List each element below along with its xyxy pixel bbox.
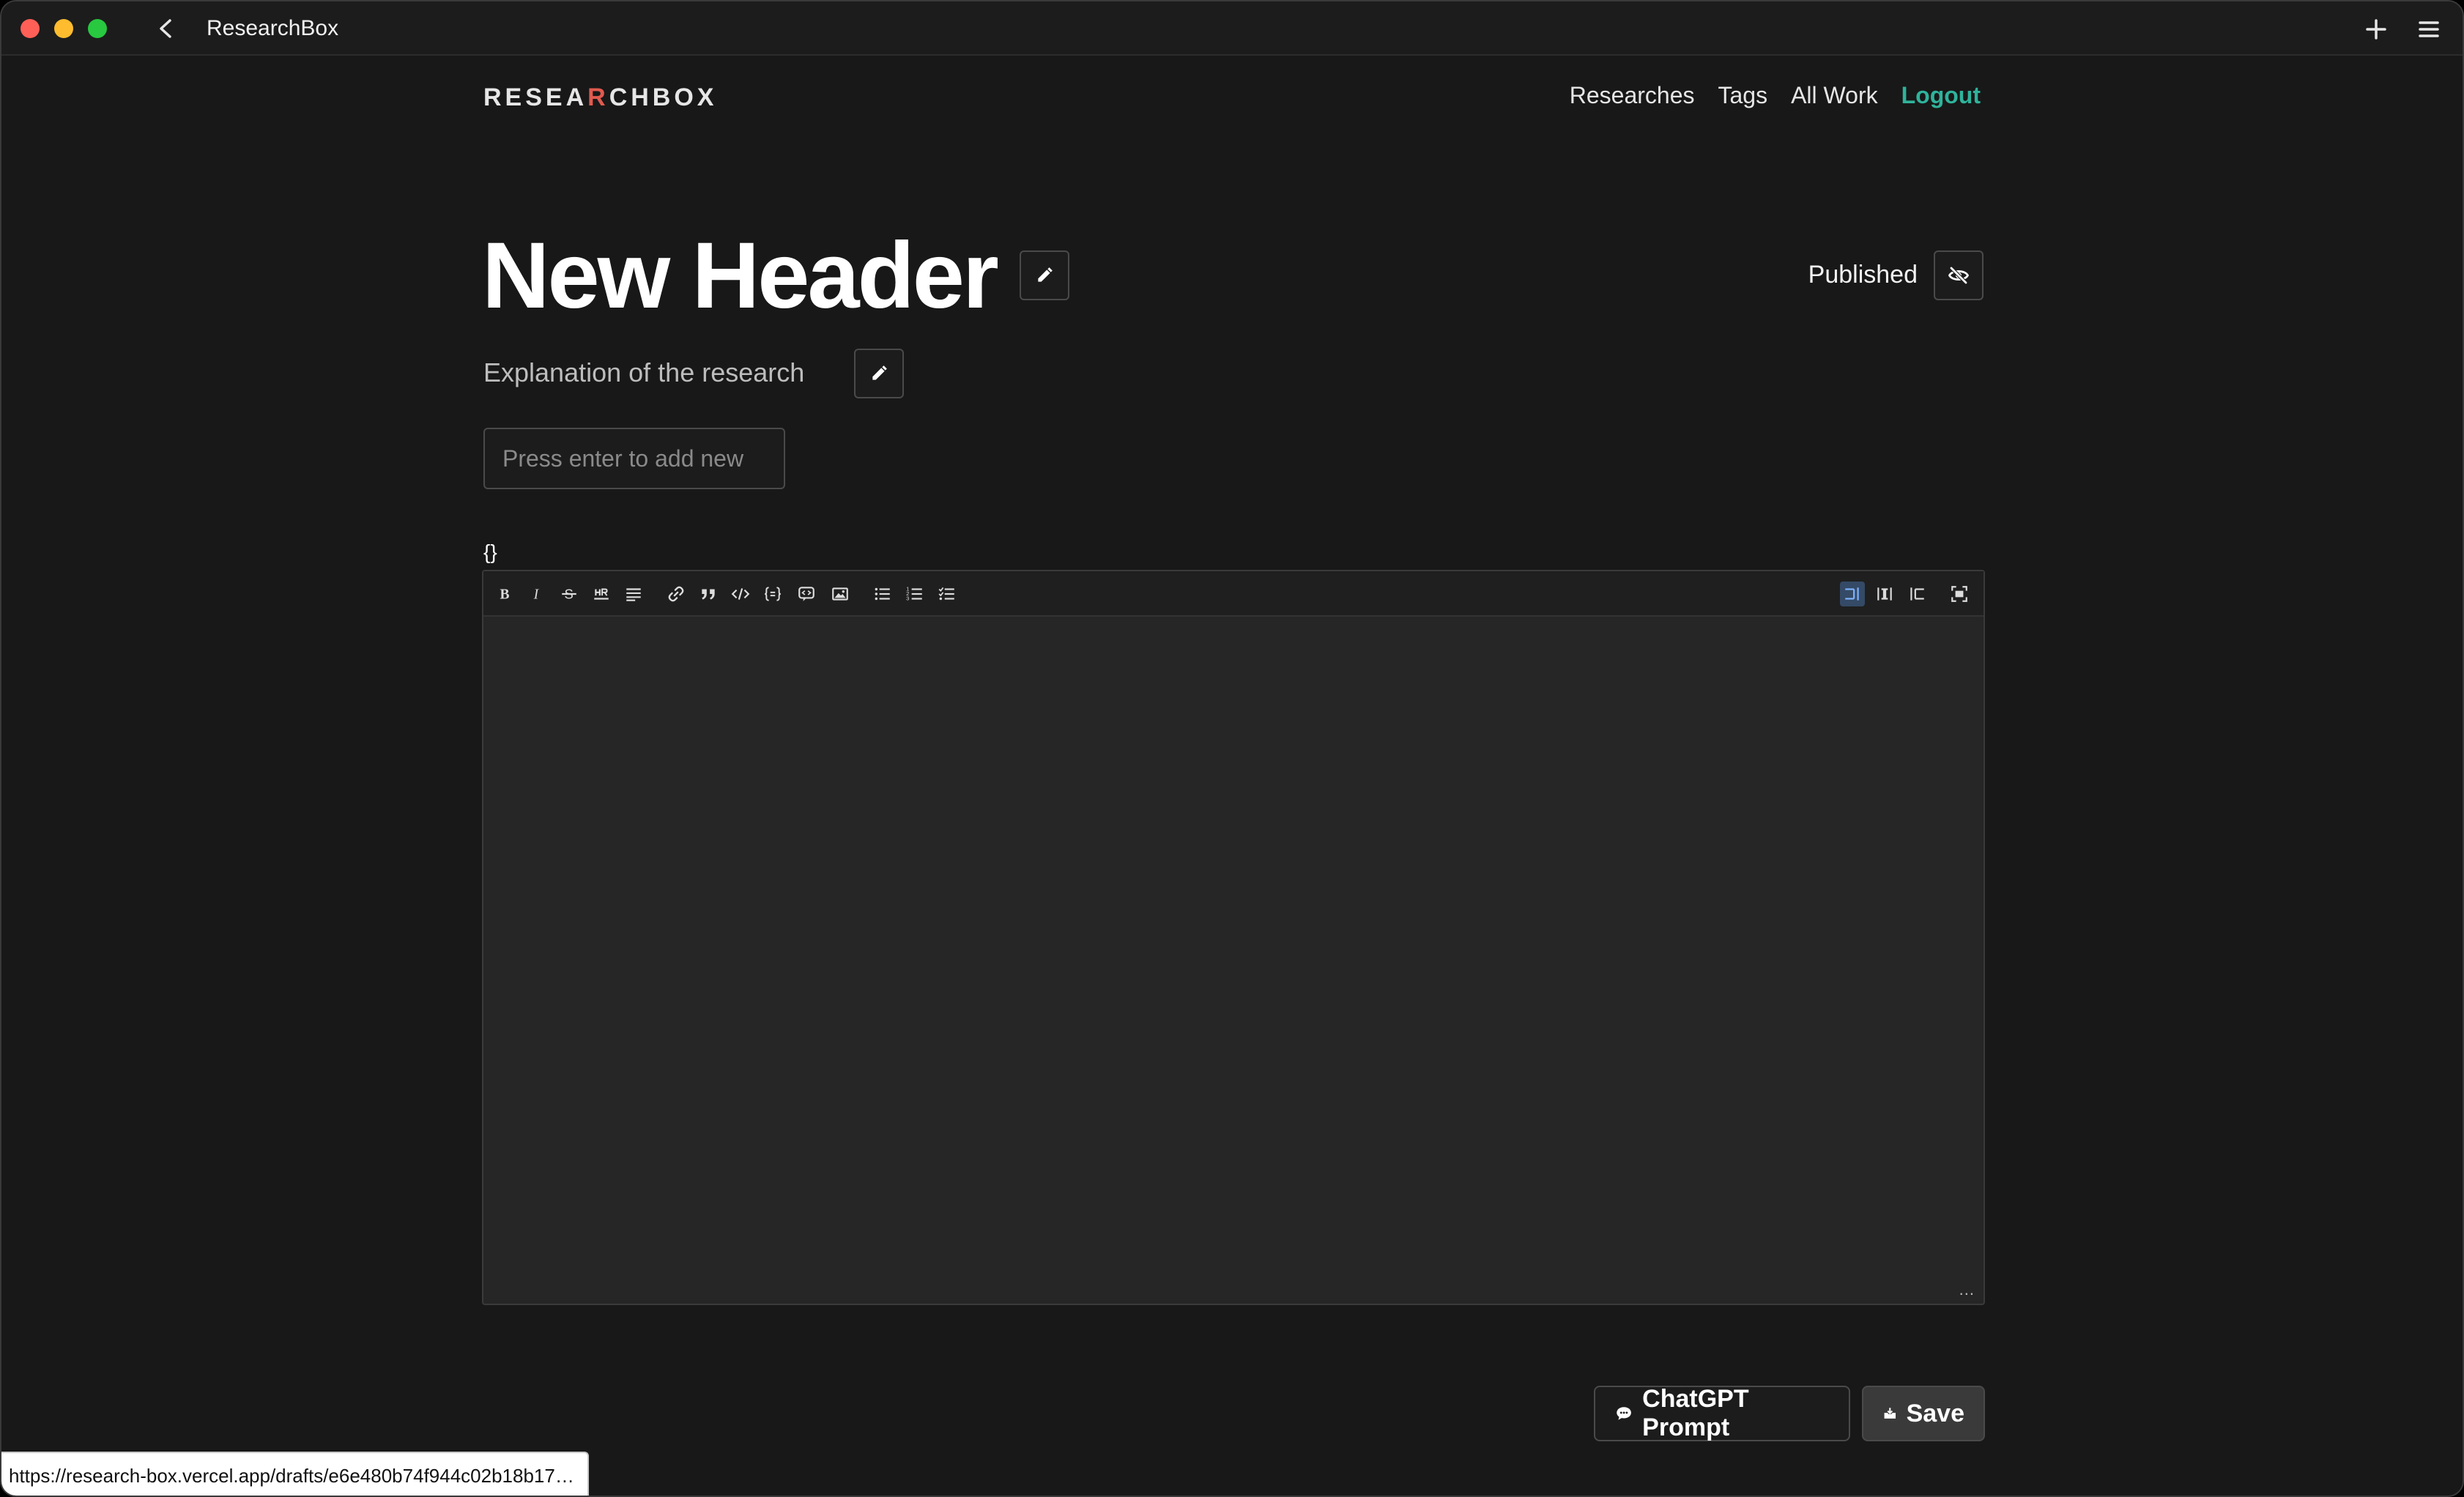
- svg-text:3: 3: [906, 595, 909, 602]
- pencil-icon: [872, 365, 887, 380]
- link-preview-status-bar: https://research-box.vercel.app/drafts/e…: [1, 1452, 589, 1496]
- nav-researches[interactable]: Researches: [1570, 82, 1695, 109]
- logo-text-start: RESEA: [483, 83, 588, 111]
- editor-toolbar: B I S 1 2 3: [483, 571, 1984, 617]
- editor-resize-handle[interactable]: ...: [1959, 1280, 1975, 1299]
- task-list-icon[interactable]: [935, 582, 960, 606]
- nav-logout[interactable]: Logout: [1901, 82, 1981, 109]
- edit-title-button[interactable]: [1020, 250, 1069, 300]
- save-button[interactable]: Save: [1862, 1386, 1985, 1441]
- editor-text-area[interactable]: [483, 618, 1984, 1304]
- window-title: ResearchBox: [207, 16, 339, 40]
- fullscreen-icon[interactable]: [1947, 582, 1972, 606]
- chatgpt-prompt-button[interactable]: ChatGPT Prompt: [1594, 1385, 1850, 1441]
- plus-icon[interactable]: [2361, 15, 2391, 44]
- edit-description-button[interactable]: [854, 349, 904, 398]
- hamburger-menu-icon[interactable]: [2414, 15, 2443, 44]
- live-mode-icon[interactable]: [1872, 582, 1897, 606]
- tag-input[interactable]: [483, 428, 785, 489]
- close-window-button[interactable]: [21, 19, 40, 38]
- research-title: New Header: [482, 223, 999, 328]
- ordered-list-icon[interactable]: 123: [902, 582, 927, 606]
- horizontal-rule-icon[interactable]: [589, 582, 614, 606]
- researchbox-logo[interactable]: RESEARCHBOX: [483, 83, 718, 112]
- italic-icon[interactable]: I: [524, 582, 549, 606]
- svg-text:I: I: [533, 587, 540, 603]
- code-block-icon[interactable]: [760, 582, 785, 606]
- app-window: ResearchBox RESEARCHBOX Researches Tags …: [0, 0, 2464, 1497]
- logo-text-end: CHBOX: [609, 83, 718, 111]
- nav-tags[interactable]: Tags: [1718, 82, 1767, 109]
- editor-raw-value: {}: [483, 541, 497, 563]
- published-status-label: Published: [1808, 261, 1918, 289]
- svg-text:B: B: [500, 587, 510, 603]
- save-download-icon: [1884, 1408, 1896, 1419]
- edit-mode-icon[interactable]: [1840, 582, 1865, 606]
- code-icon[interactable]: [728, 582, 753, 606]
- save-label: Save: [1906, 1399, 1964, 1427]
- quote-icon[interactable]: [696, 582, 721, 606]
- preview-mode-icon[interactable]: [1904, 582, 1929, 606]
- bold-icon[interactable]: B: [492, 582, 517, 606]
- strikethrough-icon[interactable]: S: [557, 582, 582, 606]
- image-icon[interactable]: [828, 582, 853, 606]
- maximize-window-button[interactable]: [88, 19, 107, 38]
- chatgpt-prompt-label: ChatGPT Prompt: [1642, 1385, 1749, 1441]
- nav-all-work[interactable]: All Work: [1791, 82, 1878, 109]
- comment-icon[interactable]: [794, 582, 819, 606]
- back-chevron-icon[interactable]: [152, 15, 179, 42]
- eye-slash-icon: [1948, 267, 1970, 284]
- unordered-list-icon[interactable]: [870, 582, 895, 606]
- link-icon[interactable]: [664, 582, 689, 606]
- main-nav: Researches Tags All Work Logout: [1570, 82, 1981, 109]
- research-description: Explanation of the research: [483, 357, 805, 387]
- title-size-icon[interactable]: [621, 582, 646, 606]
- title-bar: ResearchBox: [1, 1, 2463, 56]
- chat-bubble-icon: [1617, 1407, 1631, 1420]
- toggle-visibility-button[interactable]: [1934, 250, 1984, 300]
- logo-text-accent: R: [587, 83, 609, 111]
- minimize-window-button[interactable]: [54, 19, 73, 38]
- pencil-icon: [1038, 267, 1053, 282]
- markdown-editor: B I S 1 2 3 ...: [482, 570, 1985, 1305]
